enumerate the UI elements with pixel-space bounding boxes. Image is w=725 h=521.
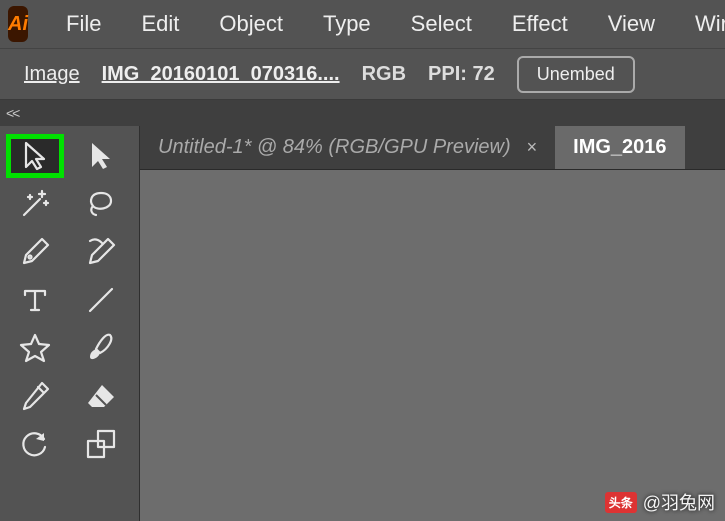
lasso-tool[interactable] [72, 182, 130, 226]
menu-effect[interactable]: Effect [492, 11, 588, 37]
tab-close-icon[interactable]: × [527, 137, 538, 158]
control-label[interactable]: Image [24, 63, 80, 86]
menu-window[interactable]: Wir [675, 11, 725, 37]
pen-tool[interactable] [6, 230, 64, 274]
watermark-badge: 头条 [605, 492, 637, 513]
tab-image[interactable]: IMG_2016 [555, 126, 684, 169]
menu-object[interactable]: Object [199, 11, 303, 37]
menu-file[interactable]: File [46, 11, 121, 37]
tab-untitled[interactable]: Untitled-1* @ 84% (RGB/GPU Preview) × [140, 126, 555, 169]
scale-icon [84, 427, 118, 461]
type-icon [18, 283, 52, 317]
magic-wand-icon [18, 187, 52, 221]
watermark: 头条 @羽兔网 [605, 489, 715, 515]
watermark-text: @羽兔网 [643, 489, 715, 515]
eraser-icon [84, 379, 118, 413]
canvas[interactable] [140, 170, 725, 521]
control-filename[interactable]: IMG_20160101_070316.... [102, 63, 340, 86]
line-segment-tool[interactable] [72, 278, 130, 322]
document-area: Untitled-1* @ 84% (RGB/GPU Preview) × IM… [140, 126, 725, 521]
scale-tool[interactable] [72, 422, 130, 466]
curvature-pen-icon [84, 235, 118, 269]
tab-label: IMG_2016 [573, 136, 666, 159]
control-color-mode: RGB [362, 63, 406, 86]
type-tool[interactable] [6, 278, 64, 322]
direct-selection-tool[interactable] [72, 134, 130, 178]
lasso-icon [84, 187, 118, 221]
direct-selection-arrow-icon [84, 139, 118, 173]
app-logo: Ai [8, 6, 28, 42]
app-logo-text: Ai [8, 13, 28, 36]
tab-label: Untitled-1* @ 84% (RGB/GPU Preview) [158, 136, 511, 159]
pencil-icon [18, 379, 52, 413]
control-ppi: PPI: 72 [428, 63, 495, 86]
star-icon [18, 331, 52, 365]
panel-collapse-row[interactable]: << [0, 100, 725, 126]
selection-tool[interactable] [6, 134, 64, 178]
selection-arrow-icon [18, 139, 52, 173]
rotate-icon [18, 427, 52, 461]
menu-type[interactable]: Type [303, 11, 391, 37]
magic-wand-tool[interactable] [6, 182, 64, 226]
unembed-button[interactable]: Unembed [517, 56, 635, 93]
line-icon [84, 283, 118, 317]
collapse-chevrons-icon: << [6, 105, 18, 121]
main-area: Untitled-1* @ 84% (RGB/GPU Preview) × IM… [0, 126, 725, 521]
paintbrush-icon [84, 331, 118, 365]
star-tool[interactable] [6, 326, 64, 370]
menu-select[interactable]: Select [391, 11, 492, 37]
eraser-tool[interactable] [72, 374, 130, 418]
menu-view[interactable]: View [588, 11, 675, 37]
toolbox [0, 126, 140, 521]
menu-bar: Ai File Edit Object Type Select Effect V… [0, 0, 725, 48]
menu-edit[interactable]: Edit [121, 11, 199, 37]
rotate-tool[interactable] [6, 422, 64, 466]
control-bar: Image IMG_20160101_070316.... RGB PPI: 7… [0, 48, 725, 100]
pen-icon [18, 235, 52, 269]
tab-strip: Untitled-1* @ 84% (RGB/GPU Preview) × IM… [140, 126, 725, 170]
pencil-tool[interactable] [6, 374, 64, 418]
paintbrush-tool[interactable] [72, 326, 130, 370]
curvature-tool[interactable] [72, 230, 130, 274]
